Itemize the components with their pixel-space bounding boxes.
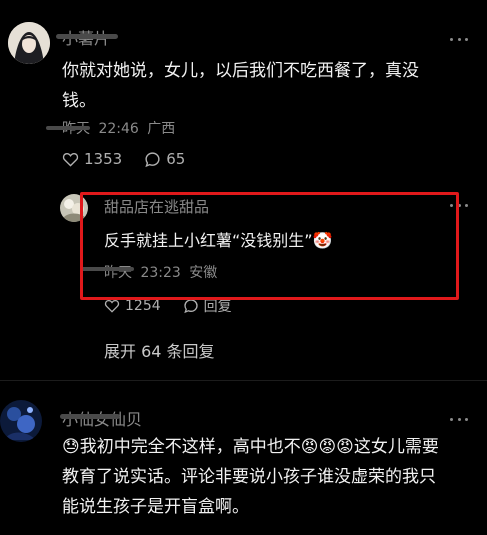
- heart-icon: [62, 152, 79, 167]
- like-count: 1254: [125, 298, 161, 314]
- comment-location: 广西: [147, 121, 176, 137]
- reply-count: 65: [166, 150, 186, 168]
- comment-time: 22:46: [98, 121, 139, 137]
- date-redaction: [46, 126, 90, 130]
- comment-text: 😓我初中完全不这样，高中也不😡😡😡这女儿需要教育了说实话。评论非要说小孩子谁没虚…: [62, 437, 439, 517]
- like-count: 1353: [84, 150, 123, 168]
- like-button[interactable]: 1353: [62, 150, 122, 168]
- expand-replies-button[interactable]: 展开 64 条回复: [104, 338, 215, 362]
- highlight-annotation: [80, 192, 459, 300]
- comment-actions: 1353 65: [62, 150, 207, 168]
- comment-bubble-icon: [145, 151, 160, 167]
- username-redaction: [60, 414, 120, 419]
- comment-bubble-icon: [183, 299, 198, 314]
- comment-text: 你就对她说，女儿，以后我们不吃西餐了，真没钱。: [62, 61, 419, 111]
- username-redaction: [56, 34, 118, 39]
- more-dots-icon[interactable]: [450, 418, 468, 422]
- like-button[interactable]: 1254: [104, 298, 161, 314]
- avatar[interactable]: [0, 400, 42, 442]
- more-dots-icon[interactable]: [450, 38, 468, 42]
- reply-button[interactable]: 65: [144, 150, 185, 168]
- avatar[interactable]: [8, 22, 50, 64]
- heart-icon: [104, 299, 120, 313]
- divider: [0, 380, 487, 381]
